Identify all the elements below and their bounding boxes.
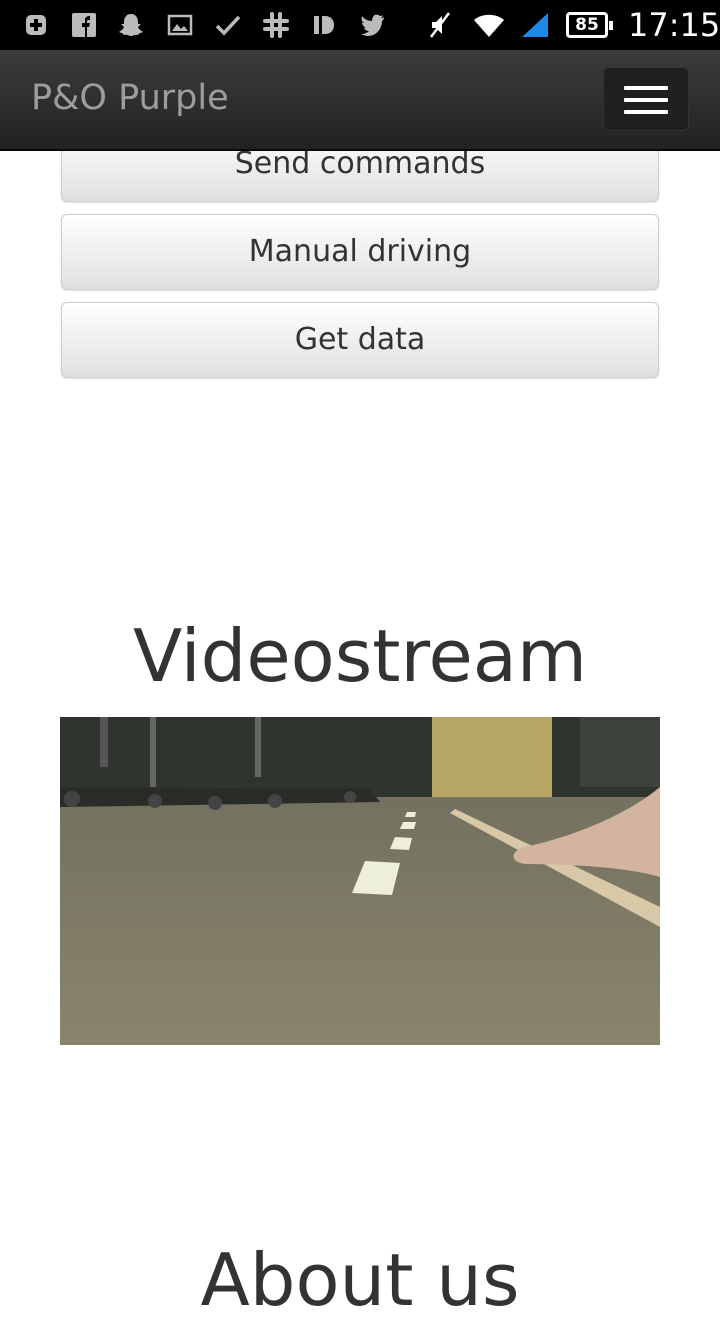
slack-icon bbox=[262, 11, 290, 39]
deezer-icon bbox=[310, 11, 338, 39]
check-icon bbox=[214, 11, 242, 39]
battery-icon: 85 bbox=[566, 12, 613, 38]
manual-driving-button[interactable]: Manual driving bbox=[61, 214, 659, 290]
wifi-icon bbox=[472, 11, 506, 39]
video-stream[interactable] bbox=[60, 717, 660, 1045]
status-bar: 85 17:15 bbox=[0, 0, 720, 50]
image-icon bbox=[166, 11, 194, 39]
mute-icon bbox=[426, 11, 454, 39]
about-title: About us bbox=[200, 1238, 520, 1322]
snapchat-icon bbox=[117, 11, 145, 39]
plus-square-icon bbox=[22, 11, 50, 39]
facebook-icon bbox=[70, 11, 98, 39]
signal-icon bbox=[520, 11, 552, 39]
get-data-button[interactable]: Get data bbox=[61, 302, 659, 378]
twitter-icon bbox=[358, 11, 386, 39]
navbar: P&O Purple bbox=[0, 50, 720, 151]
brand-link[interactable]: P&O Purple bbox=[31, 77, 229, 119]
clock: 17:15 bbox=[628, 6, 720, 44]
videostream-title: Videostream bbox=[132, 614, 588, 698]
menu-toggle-button[interactable] bbox=[603, 67, 689, 131]
